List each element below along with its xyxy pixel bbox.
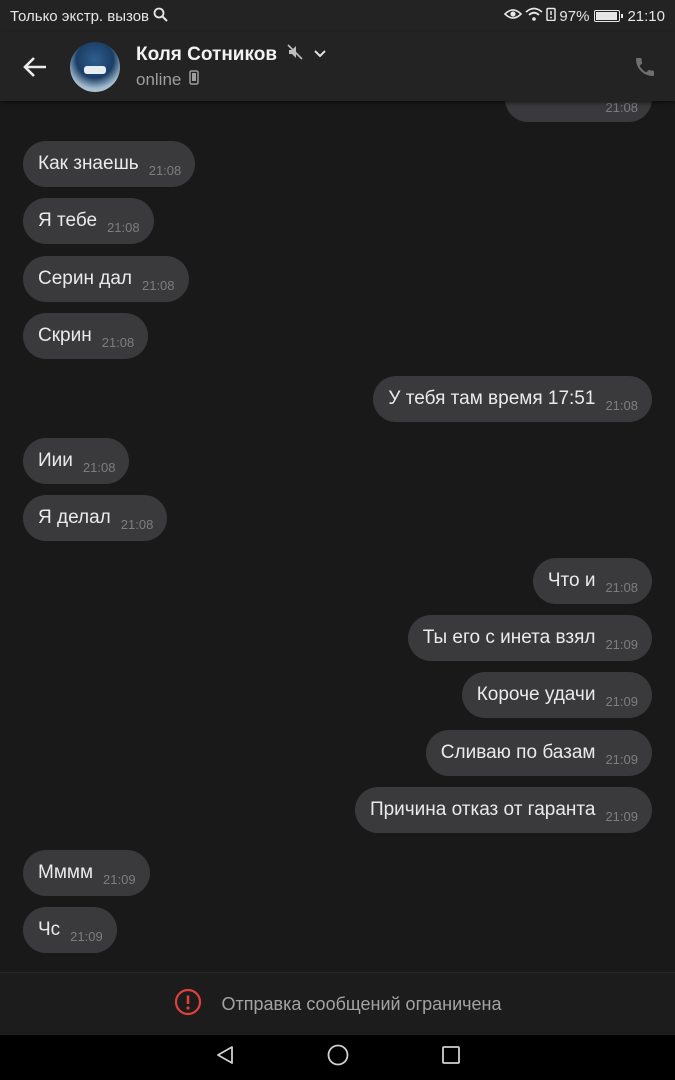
outgoing-message[interactable]: Причина отказ от гаранта 21:09: [354, 787, 652, 833]
message-text: Скрин: [38, 325, 92, 346]
outgoing-message[interactable]: У тебя там время 17:51 21:08: [373, 376, 652, 422]
phone-device-icon: [189, 69, 200, 90]
message-text: Что и: [547, 570, 596, 591]
message-text: Сливаю по базам: [440, 742, 596, 763]
chevron-down-icon[interactable]: [313, 46, 327, 64]
message-time: 21:09: [605, 636, 638, 652]
message-text: Я делал: [38, 507, 111, 528]
incoming-message[interactable]: Мммм 21:09: [23, 850, 150, 896]
message-text: Серин дал: [38, 268, 132, 289]
message-text: Я тебе: [38, 210, 98, 231]
message-text: Причина отказ от гаранта: [369, 799, 596, 820]
message-time: 21:08: [120, 516, 154, 532]
battery-percent: 97%: [559, 7, 590, 25]
battery-icon: [594, 10, 624, 22]
restriction-banner: Отправка сообщений ограничена: [0, 972, 675, 1035]
message-time: 21:08: [605, 101, 638, 115]
online-status: online: [136, 69, 182, 89]
outgoing-message[interactable]: Что и 21:08: [532, 558, 652, 604]
search-icon: [153, 7, 168, 26]
incoming-message[interactable]: Чс 21:09: [23, 907, 117, 953]
message-time: 21:08: [605, 579, 638, 595]
wifi-icon: [525, 7, 544, 25]
arrow-left-icon: [23, 56, 46, 77]
message-list[interactable]: кинешь?21:08Как знаешь21:08Я тебе21:08Се…: [0, 101, 675, 971]
message-text: Мммм: [38, 862, 94, 883]
contact-name: Коля Сотников: [136, 43, 278, 65]
nav-recents-icon[interactable]: [440, 1044, 462, 1071]
message-time: 21:08: [605, 397, 638, 413]
mute-icon: [287, 44, 303, 65]
eye-icon: [504, 7, 523, 25]
incoming-message[interactable]: Серин дал 21:08: [23, 256, 189, 302]
outgoing-message[interactable]: Сливаю по базам 21:09: [425, 730, 652, 776]
message-text: Короче удачи: [476, 684, 596, 705]
clock: 21:10: [627, 7, 665, 25]
battery-saver-icon: [546, 7, 557, 25]
contact-info[interactable]: Коля Сотников online: [136, 44, 615, 90]
nav-home-icon[interactable]: [326, 1043, 350, 1072]
message-text: Ты его с инета взял: [422, 627, 596, 648]
outgoing-message[interactable]: Короче удачи 21:09: [461, 672, 652, 718]
status-bar: Только экстр. вызов 97% 21:10: [0, 0, 675, 32]
back-button[interactable]: [0, 32, 70, 101]
message-time: 21:09: [605, 693, 638, 709]
outgoing-message[interactable]: Ты его с инета взял 21:09: [407, 615, 652, 661]
call-button[interactable]: [615, 32, 675, 101]
system-nav-bar: [0, 1035, 675, 1080]
warning-icon: [174, 988, 202, 1021]
message-time: 21:08: [101, 334, 135, 350]
message-time: 21:08: [141, 277, 175, 293]
message-time: 21:08: [82, 459, 116, 475]
chat-header: Коля Сотников online: [0, 32, 675, 101]
incoming-message[interactable]: Я делал 21:08: [23, 495, 168, 541]
incoming-message[interactable]: Иии 21:08: [23, 438, 130, 484]
phone-call-icon: [636, 57, 654, 76]
outgoing-message[interactable]: кинешь? 21:08: [504, 101, 652, 122]
message-time: 21:09: [70, 928, 103, 944]
message-text: У тебя там время 17:51: [388, 388, 596, 409]
message-time: 21:09: [605, 751, 638, 767]
message-time: 21:09: [605, 808, 638, 824]
incoming-message[interactable]: Я тебе 21:08: [23, 198, 154, 244]
restriction-text: Отправка сообщений ограничена: [221, 993, 502, 1014]
message-text: Иии: [38, 450, 73, 471]
avatar[interactable]: [70, 41, 120, 92]
message-time: 21:08: [107, 219, 140, 235]
carrier-text: Только экстр. вызов: [10, 7, 150, 25]
nav-back-icon[interactable]: [214, 1044, 236, 1071]
message-time: 21:09: [103, 871, 136, 887]
incoming-message[interactable]: Скрин 21:08: [23, 313, 149, 359]
message-time: 21:08: [148, 162, 182, 178]
message-text: Как знаешь: [38, 153, 139, 174]
incoming-message[interactable]: Как знаешь 21:08: [23, 141, 196, 187]
message-text: кинешь?: [520, 101, 596, 104]
message-text: Чс: [38, 919, 61, 940]
